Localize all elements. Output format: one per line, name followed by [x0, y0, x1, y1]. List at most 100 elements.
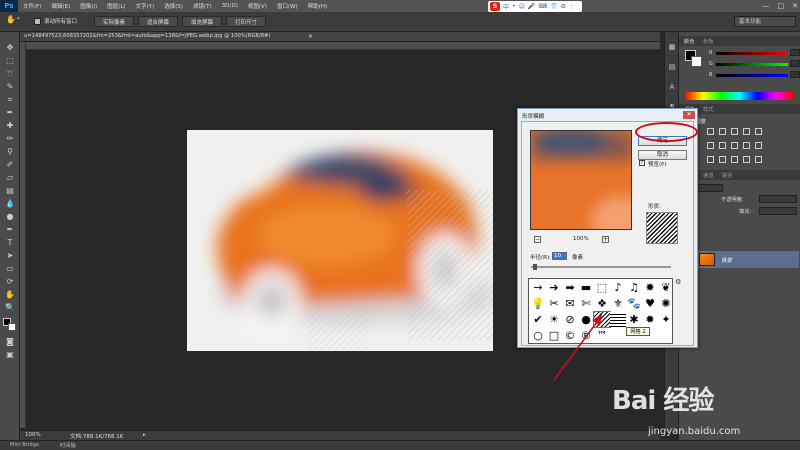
red-value[interactable]	[790, 49, 800, 56]
blue-value[interactable]	[790, 71, 800, 78]
ime-voice-icon[interactable]: 🎤	[528, 3, 535, 10]
marquee-tool-icon[interactable]: ⬚	[4, 55, 16, 66]
bg-color-box[interactable]	[691, 56, 702, 67]
dropdown-arrow-icon[interactable]: ▾	[17, 16, 20, 22]
swatches-tab[interactable]: 色板	[703, 38, 713, 45]
menu-window[interactable]: 窗口(W)	[272, 2, 303, 10]
path-select-tool-icon[interactable]: ➤	[4, 250, 16, 261]
blur-tool-icon[interactable]: 💧	[4, 198, 16, 209]
radius-slider[interactable]	[531, 264, 671, 270]
healing-tool-icon[interactable]: ✚	[4, 120, 16, 131]
background-color-swatch[interactable]	[8, 323, 16, 331]
zoom-readout[interactable]: 100%	[25, 432, 41, 438]
zoom-tool-icon[interactable]: 🔍	[4, 302, 16, 313]
menu-layer[interactable]: 图层(L)	[102, 2, 130, 10]
posterize-icon[interactable]	[719, 156, 726, 163]
selective-color-icon[interactable]	[755, 156, 762, 163]
color-tab[interactable]: 颜色	[684, 38, 694, 45]
cancel-button[interactable]: 取消	[638, 150, 687, 160]
crop-tool-icon[interactable]: ⌗	[4, 94, 16, 105]
gradient-tool-icon[interactable]: ▤	[4, 185, 16, 196]
ime-keyboard-icon[interactable]: ⌨	[538, 3, 547, 10]
paths-tab[interactable]: 路径	[722, 172, 732, 179]
brush-tool-icon[interactable]: ✏	[4, 133, 16, 144]
shape-heart[interactable]: ♥	[642, 296, 658, 311]
shape-spiky[interactable]: ✹	[642, 312, 658, 327]
shape-splat[interactable]: ✺	[658, 296, 674, 311]
ime-chinese-icon[interactable]: 中	[503, 2, 509, 11]
dodge-tool-icon[interactable]: ●	[4, 211, 16, 222]
hand-tool-icon-side[interactable]: ✋	[4, 289, 16, 300]
document-close-icon[interactable]: ×	[308, 33, 313, 40]
actual-pixels-button[interactable]: 实际像素	[94, 16, 134, 27]
shape-paw[interactable]: 🐾	[626, 296, 642, 311]
sogou-icon[interactable]: S	[490, 2, 500, 11]
hue-icon[interactable]	[707, 142, 714, 149]
black-white-icon[interactable]	[731, 142, 738, 149]
vibrance-icon[interactable]	[755, 128, 762, 135]
opacity-input[interactable]	[759, 195, 797, 203]
ime-skin-icon[interactable]: 👕	[550, 3, 557, 10]
lasso-tool-icon[interactable]: ➰	[4, 68, 16, 79]
fill-screen-button[interactable]: 填充屏幕	[182, 16, 222, 27]
workspace-select[interactable]: 基本功能	[734, 16, 796, 27]
layer-row[interactable]: 👁 背景	[683, 251, 799, 268]
timeline-tab[interactable]: 时间轴	[60, 442, 76, 449]
menu-view[interactable]: 视图(V)	[243, 2, 272, 10]
eraser-tool-icon[interactable]: ▱	[4, 172, 16, 183]
menu-edit[interactable]: 编辑(E)	[46, 2, 75, 10]
menu-filter[interactable]: 滤镜(T)	[188, 2, 217, 10]
menu-file[interactable]: 文件(F)	[18, 2, 46, 10]
fit-screen-button[interactable]: 适合屏幕	[138, 16, 178, 27]
ime-emoji-icon[interactable]: ☺	[519, 3, 525, 10]
stamp-tool-icon[interactable]: ⚲	[4, 146, 16, 157]
screen-mode-icon[interactable]: ▣	[4, 349, 16, 360]
status-arrow-icon[interactable]: ▸	[143, 432, 146, 438]
channels-tab[interactable]: 通道	[703, 172, 713, 179]
menu-type[interactable]: 文字(Y)	[131, 2, 160, 10]
print-size-button[interactable]: 打印尺寸	[226, 16, 266, 27]
shape-arrow-1[interactable]: →	[530, 280, 546, 295]
shape-leaf[interactable]: ❦	[658, 280, 674, 295]
3d-tool-icon[interactable]: ⟳	[4, 276, 16, 287]
menu-image[interactable]: 图像(I)	[75, 2, 102, 10]
quick-select-tool-icon[interactable]: ✎	[4, 81, 16, 92]
styles-tab[interactable]: 样式	[703, 106, 713, 113]
quick-mask-icon[interactable]: ◙	[4, 336, 16, 347]
radius-slider-thumb[interactable]	[533, 264, 537, 270]
invert-icon[interactable]	[707, 156, 714, 163]
eyedropper-tool-icon[interactable]: ✒	[4, 107, 16, 118]
ime-settings-icon[interactable]: ⚙	[560, 3, 565, 10]
menu-select[interactable]: 选择(S)	[159, 2, 188, 10]
fill-input[interactable]	[759, 207, 797, 215]
threshold-icon[interactable]	[731, 156, 738, 163]
shape-burst[interactable]: ✸	[642, 280, 658, 295]
move-tool-icon[interactable]: ✥	[4, 42, 16, 53]
color-balance-icon[interactable]	[719, 142, 726, 149]
shape-tool-icon[interactable]: ▭	[4, 263, 16, 274]
green-value[interactable]	[790, 60, 800, 67]
zoom-in-button[interactable]: +	[602, 236, 609, 243]
curves-icon[interactable]	[731, 128, 738, 135]
gradient-map-icon[interactable]	[743, 156, 750, 163]
properties-panel-icon[interactable]: ▤	[666, 62, 678, 73]
shape-banner[interactable]: ▬	[578, 280, 594, 295]
close-icon[interactable]: ✕	[792, 0, 798, 12]
red-slider[interactable]	[716, 52, 788, 55]
shape-blot[interactable]: ✦	[658, 312, 674, 327]
character-panel-icon[interactable]: A	[666, 82, 678, 93]
filter-preview[interactable]	[530, 130, 632, 230]
shape-arrow-2[interactable]: ➔	[546, 280, 562, 295]
history-brush-icon[interactable]: ✐	[4, 159, 16, 170]
blue-slider[interactable]	[716, 74, 788, 77]
menu-3d[interactable]: 3D(D)	[217, 3, 243, 9]
mini-bridge-tab[interactable]: Mini Bridge	[10, 442, 39, 448]
radius-input[interactable]: 10	[552, 252, 567, 260]
color-ramp[interactable]	[685, 92, 793, 100]
history-panel-icon[interactable]: ▦	[666, 42, 678, 53]
shape-note-1[interactable]: ♪	[610, 280, 626, 295]
levels-icon[interactable]	[719, 128, 726, 135]
preview-checkbox[interactable]: ✓	[639, 160, 645, 166]
shape-star-cross[interactable]: ✱	[626, 312, 642, 327]
minimize-icon[interactable]: —	[763, 0, 770, 12]
